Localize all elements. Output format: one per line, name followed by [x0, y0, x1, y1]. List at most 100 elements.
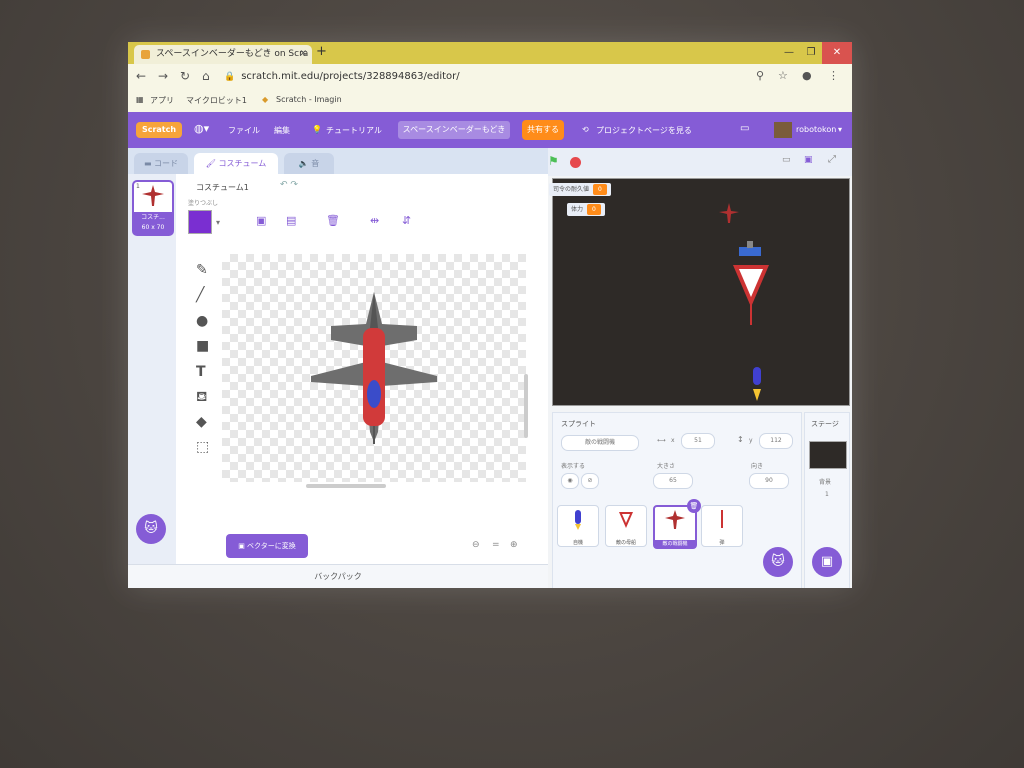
size-field[interactable]: 65: [653, 473, 693, 489]
zoom-reset-button[interactable]: =: [492, 540, 500, 550]
undo-icon[interactable]: ↶ ↷: [280, 180, 298, 190]
enemy-mothership-sprite: [733, 241, 769, 325]
add-costume-button[interactable]: 🐱: [136, 514, 166, 544]
large-stage-icon[interactable]: ▣: [804, 155, 813, 165]
zoom-out-icon[interactable]: ⊖: [472, 540, 480, 550]
close-tab-icon[interactable]: ✕: [299, 45, 307, 64]
select-tool-icon[interactable]: ⬚: [196, 439, 209, 455]
brush-tool-icon[interactable]: ✎: [196, 262, 208, 278]
zoom-in-icon[interactable]: ⊕: [510, 540, 518, 550]
browser-tab[interactable]: スペースインベーダーもどき on Scra ✕: [134, 45, 312, 64]
tab-costumes[interactable]: 🖌 コスチューム: [194, 153, 278, 174]
fill-dropdown-icon[interactable]: ▾: [216, 218, 220, 227]
costume-label: コスチ... 60 x 70: [134, 212, 172, 234]
more-icon[interactable]: ⋮: [828, 69, 839, 82]
sprite-label: スプライト: [561, 420, 596, 428]
profile-icon[interactable]: ●: [802, 69, 812, 82]
sprite-thumbnail[interactable]: 敵の母船: [605, 505, 647, 547]
green-flag-icon[interactable]: ⚑: [548, 154, 559, 168]
url-text: scratch.mit.edu/projects/328894863/edito…: [241, 71, 460, 82]
fill-color-swatch[interactable]: [188, 210, 212, 234]
paste-icon[interactable]: ▤: [286, 214, 296, 227]
backdrops-count: 1: [825, 491, 829, 498]
chevron-down-icon[interactable]: ▾: [838, 125, 842, 134]
maximize-icon[interactable]: ❐: [800, 42, 822, 64]
stage-thumbnail[interactable]: [809, 441, 847, 469]
avatar[interactable]: [774, 122, 792, 138]
backdrops-label: 背景: [819, 479, 832, 486]
small-stage-icon[interactable]: ▭: [782, 155, 791, 165]
sprite-thumbnail-selected[interactable]: 🗑 敵の戦闘機: [653, 499, 701, 549]
username[interactable]: robotokon: [796, 125, 836, 134]
line-tool-icon[interactable]: ╱: [196, 287, 204, 303]
canvas-hscrollbar[interactable]: [306, 484, 386, 488]
home-icon[interactable]: ⌂: [202, 69, 210, 83]
sprite-thumbnail[interactable]: 自機: [557, 505, 599, 547]
costume-name-field[interactable]: コスチューム1: [196, 182, 249, 193]
hide-eye-icon[interactable]: ⊘: [581, 473, 599, 489]
bullet-thumbnail-icon: [721, 510, 723, 528]
circle-tool-icon[interactable]: ●: [196, 313, 208, 329]
direction-label: 向き: [751, 463, 764, 470]
address-bar: ← → ↻ ⌂ 🔒 scratch.mit.edu/projects/328894…: [128, 64, 852, 90]
new-tab-icon[interactable]: +: [316, 44, 327, 59]
canvas-scrollbar[interactable]: [524, 374, 528, 438]
flip-vertical-icon[interactable]: ⇵: [402, 214, 411, 227]
sprite-info-panel: スプライト 敵の戦闘機 ⟷ x 51 ↕ y 112 表示する ◉ ⊘ 大きさ …: [552, 412, 802, 588]
stage-canvas[interactable]: 司令の耐久値 0 体力 0: [549, 178, 850, 406]
drawing-canvas[interactable]: [222, 254, 526, 482]
bookmark-microbit[interactable]: マイクロビット1: [186, 95, 247, 106]
stop-icon[interactable]: [570, 157, 581, 168]
scratch-bookmark-icon: ◆: [262, 95, 269, 104]
bookmark-scratch[interactable]: Scratch - Imagin: [276, 95, 342, 104]
minimize-icon[interactable]: —: [778, 42, 800, 64]
add-sprite-button[interactable]: 🐱: [763, 547, 793, 577]
text-tool-icon[interactable]: T: [196, 364, 206, 380]
x-field[interactable]: 51: [681, 433, 715, 449]
menu-edit[interactable]: 編集: [274, 125, 290, 136]
scratch-logo[interactable]: Scratch: [136, 122, 182, 138]
search-icon[interactable]: ⚲: [756, 69, 764, 82]
share-button[interactable]: 共有する: [522, 120, 564, 140]
star-icon[interactable]: ☆: [778, 69, 788, 82]
costume-list: 1 コスチ... 60 x 70 🐱: [128, 174, 176, 564]
tab-sounds-label: 音: [311, 159, 320, 168]
show-eye-icon[interactable]: ◉: [561, 473, 579, 489]
back-icon[interactable]: ←: [136, 69, 146, 83]
convert-to-vector-button[interactable]: ▣ ベクターに変換: [226, 534, 308, 558]
scratch-menu-bar: Scratch ◍▾ ファイル 編集 💡 チュートリアル スペースインベーダーも…: [128, 112, 852, 148]
see-project-page-button[interactable]: プロジェクトページを見る: [596, 125, 692, 136]
globe-icon[interactable]: ◍▾: [194, 122, 209, 135]
sprite-thumbnail[interactable]: 弾: [701, 505, 743, 547]
reload-icon[interactable]: ↻: [180, 69, 190, 83]
backpack-bar[interactable]: バックパック: [128, 564, 548, 588]
direction-field[interactable]: 90: [749, 473, 789, 489]
eraser-tool-icon[interactable]: ◆: [196, 414, 207, 430]
costume-item[interactable]: 1 コスチ... 60 x 70: [132, 180, 174, 236]
apps-grid-icon[interactable]: ▦: [136, 95, 144, 104]
menu-tutorials[interactable]: チュートリアル: [326, 125, 382, 136]
forward-icon[interactable]: →: [158, 69, 168, 83]
tab-code-label: コード: [154, 159, 179, 168]
delete-sprite-icon[interactable]: 🗑: [687, 499, 701, 513]
project-title-input[interactable]: スペースインベーダーもどき: [398, 121, 510, 139]
bookmark-apps[interactable]: アプリ: [150, 95, 174, 106]
url-field[interactable]: 🔒 scratch.mit.edu/projects/328894863/edit…: [224, 68, 764, 86]
flip-horizontal-icon[interactable]: ⇹: [370, 214, 379, 227]
tab-sounds[interactable]: 🔈 音: [284, 153, 334, 174]
lightbulb-icon: 💡: [312, 125, 322, 134]
sprite-thumbnail-label: 敵の戦闘機: [655, 540, 695, 547]
delete-icon[interactable]: 🗑: [326, 214, 340, 227]
fullscreen-icon[interactable]: ⤢: [828, 154, 836, 165]
y-field[interactable]: 112: [759, 433, 793, 449]
add-backdrop-button[interactable]: ▣: [812, 547, 842, 577]
rectangle-tool-icon[interactable]: ■: [196, 338, 209, 354]
close-window-icon[interactable]: ✕: [822, 42, 852, 64]
stage-sprites: [719, 203, 769, 401]
menu-file[interactable]: ファイル: [228, 125, 260, 136]
copy-icon[interactable]: ▣: [256, 214, 266, 227]
folder-icon[interactable]: ▭: [740, 123, 749, 134]
sprite-name-field[interactable]: 敵の戦闘機: [561, 435, 639, 451]
tab-code[interactable]: ▬ コード: [134, 153, 188, 174]
fill-bucket-tool-icon[interactable]: ⛾: [196, 389, 207, 407]
